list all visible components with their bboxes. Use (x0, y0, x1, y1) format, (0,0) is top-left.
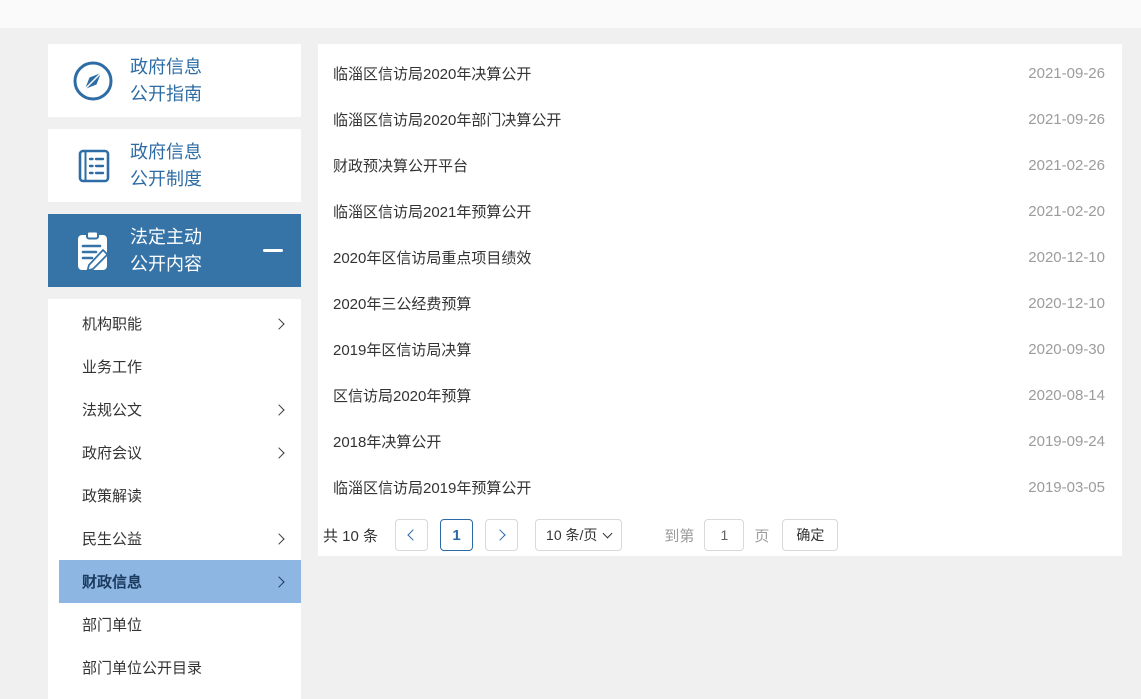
sidebar-item-gov-info-guide[interactable]: 政府信息 公开指南 (48, 44, 301, 117)
menu-item-label: 政策解读 (82, 485, 142, 506)
sidebar-item-gov-info-system[interactable]: 政府信息 公开制度 (48, 129, 301, 202)
article-date: 2021-02-26 (1028, 157, 1105, 174)
chevron-right-icon (273, 404, 284, 415)
menu-item-label: 民生公益 (82, 528, 142, 549)
chevron-right-icon (273, 533, 284, 544)
article-date: 2020-12-10 (1028, 249, 1105, 266)
chevron-right-icon (494, 529, 505, 540)
menu-item-label: 政府会议 (82, 442, 142, 463)
article-list-panel: 临淄区信访局2020年决算公开 2021-09-26 临淄区信访局2020年部门… (318, 44, 1122, 556)
menu-item-label: 财政信息 (82, 571, 142, 592)
page-size-select[interactable]: 10 条/页 (535, 519, 622, 551)
chevron-right-icon (273, 576, 284, 587)
list-item: 2020年三公经费预算 2020-12-10 (318, 280, 1122, 326)
article-link[interactable]: 2020年区信访局重点项目绩效 (333, 247, 531, 268)
article-date: 2020-09-30 (1028, 341, 1105, 358)
page-size-value: 10 条/页 (546, 525, 597, 545)
list-item: 临淄区信访局2021年预算公开 2021-02-20 (318, 188, 1122, 234)
sidebar-submenu: 机构职能 业务工作 法规公文 政府会议 政策解读 民生公益 财政信息 部门单位 (48, 299, 301, 699)
clipboard-pencil-icon (70, 228, 116, 274)
sidebar-item-public-welfare[interactable]: 民生公益 (48, 517, 301, 560)
list-item: 财政预决算公开平台 2021-02-26 (318, 142, 1122, 188)
article-date: 2020-12-10 (1028, 295, 1105, 312)
menu-item-label: 机构职能 (82, 313, 142, 334)
list-item: 2020年区信访局重点项目绩效 2020-12-10 (318, 234, 1122, 280)
goto-page-label: 到第 (664, 525, 694, 546)
article-link[interactable]: 财政预决算公开平台 (333, 155, 468, 176)
article-link[interactable]: 2018年决算公开 (333, 431, 441, 452)
menu-item-label: 部门单位公开目录 (82, 657, 202, 678)
list-item: 临淄区信访局2020年决算公开 2021-09-26 (318, 50, 1122, 96)
list-item: 临淄区信访局2019年预算公开 2019-03-05 (318, 464, 1122, 510)
sidebar-item-fiscal-information[interactable]: 财政信息 (59, 560, 301, 603)
goto-page-input[interactable] (704, 519, 744, 551)
minus-icon (263, 249, 283, 252)
list-item: 临淄区信访局2020年部门决算公开 2021-09-26 (318, 96, 1122, 142)
page-number-button[interactable]: 1 (440, 519, 473, 551)
list-item: 2019年区信访局决算 2020-09-30 (318, 326, 1122, 372)
total-count-label: 共 10 条 (323, 525, 378, 546)
list-item: 区信访局2020年预算 2020-08-14 (318, 372, 1122, 418)
sidebar-item-gov-meetings[interactable]: 政府会议 (48, 431, 301, 474)
article-link[interactable]: 2020年三公经费预算 (333, 293, 471, 314)
sidebar-item-departments[interactable]: 部门单位 (48, 603, 301, 646)
sidebar-item-department-directory[interactable]: 部门单位公开目录 (48, 646, 301, 689)
chevron-right-icon (273, 447, 284, 458)
article-date: 2021-02-20 (1028, 203, 1105, 220)
article-link[interactable]: 临淄区信访局2019年预算公开 (333, 477, 531, 498)
sidebar-item-regulations[interactable]: 法规公文 (48, 388, 301, 431)
chevron-right-icon (273, 318, 284, 329)
sidebar-item-agency-functions[interactable]: 机构职能 (48, 302, 301, 345)
menu-item-label: 业务工作 (82, 356, 142, 377)
article-link[interactable]: 2019年区信访局决算 (333, 339, 471, 360)
sidebar-item-business-work[interactable]: 业务工作 (48, 345, 301, 388)
article-link[interactable]: 区信访局2020年预算 (333, 385, 471, 406)
rulebook-icon (70, 143, 116, 189)
chevron-down-icon (603, 528, 613, 538)
article-date: 2019-03-05 (1028, 479, 1105, 496)
sidebar: 政府信息 公开指南 政府信息 公开制度 (48, 44, 301, 699)
article-list: 临淄区信访局2020年决算公开 2021-09-26 临淄区信访局2020年部门… (318, 44, 1122, 510)
article-date: 2020-08-14 (1028, 387, 1105, 404)
prev-page-button[interactable] (395, 519, 428, 551)
article-date: 2021-09-26 (1028, 111, 1105, 128)
article-date: 2021-09-26 (1028, 65, 1105, 82)
menu-item-label: 法规公文 (82, 399, 142, 420)
confirm-button[interactable]: 确定 (782, 519, 838, 551)
sidebar-item-label: 政府信息 公开指南 (130, 54, 202, 108)
pagination-bar: 共 10 条 1 10 条/页 到第 页 确定 (323, 519, 838, 551)
compass-icon (70, 58, 116, 104)
chevron-left-icon (407, 529, 418, 540)
article-link[interactable]: 临淄区信访局2020年部门决算公开 (333, 109, 561, 130)
article-link[interactable]: 临淄区信访局2021年预算公开 (333, 201, 531, 222)
sidebar-item-statutory-disclosure[interactable]: 法定主动 公开内容 (48, 214, 301, 287)
next-page-button[interactable] (485, 519, 518, 551)
list-item: 2018年决算公开 2019-09-24 (318, 418, 1122, 464)
menu-item-label: 部门单位 (82, 614, 142, 635)
page-top-strip (0, 0, 1141, 28)
article-link[interactable]: 临淄区信访局2020年决算公开 (333, 63, 531, 84)
goto-page-unit-label: 页 (754, 525, 769, 546)
sidebar-item-label: 法定主动 公开内容 (130, 224, 202, 278)
article-date: 2019-09-24 (1028, 433, 1105, 450)
sidebar-item-policy-interpretation[interactable]: 政策解读 (48, 474, 301, 517)
sidebar-item-label: 政府信息 公开制度 (130, 139, 202, 193)
